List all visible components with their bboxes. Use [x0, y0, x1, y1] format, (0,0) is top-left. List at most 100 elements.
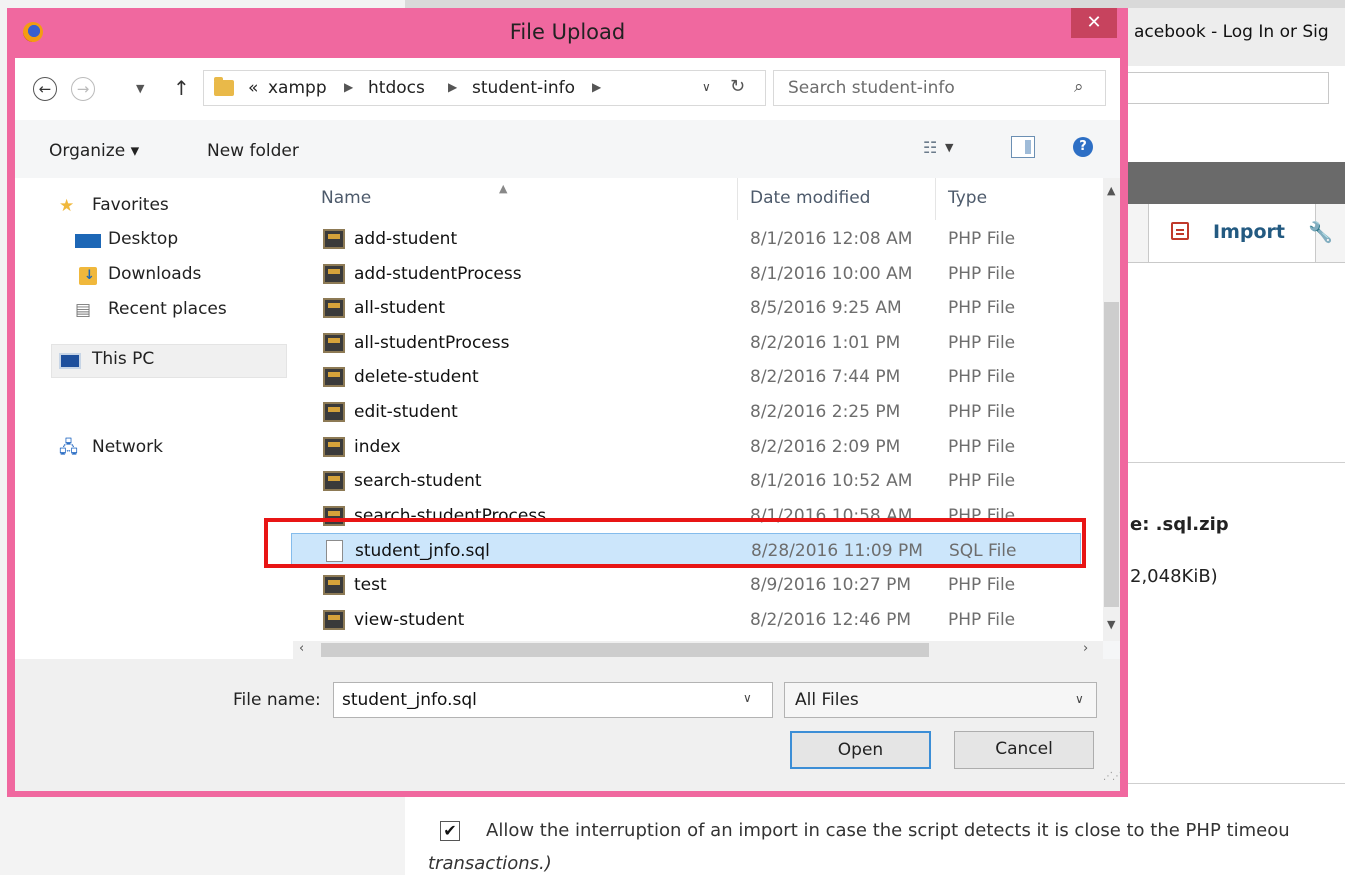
- dialog-titlebar[interactable]: File Upload ✕: [7, 8, 1128, 58]
- navigation-row: ← → ▼ ↑ « xampp ▶ htdocs ▶ student-info …: [15, 58, 1120, 120]
- desktop-icon: [75, 234, 101, 248]
- refresh-icon[interactable]: ↻: [730, 76, 745, 97]
- php-file-icon: [323, 402, 345, 422]
- file-name: search-student: [354, 471, 482, 492]
- sidebar-item-label: Desktop: [108, 229, 179, 249]
- php-file-icon: [323, 263, 345, 284]
- file-date: 8/1/2016 12:08 AM: [750, 229, 913, 249]
- file-name: test: [354, 575, 387, 595]
- resize-grip[interactable]: ⋰⋰: [1103, 771, 1122, 782]
- search-icon[interactable]: ⌕: [1074, 77, 1084, 97]
- preview-pane-icon[interactable]: [1011, 136, 1035, 158]
- file-row[interactable]: index 8/2/2016 2:09 PM PHP File: [305, 430, 1090, 465]
- address-bar[interactable]: « xampp ▶ htdocs ▶ student-info ▶ ∨ ↻: [203, 70, 766, 106]
- browser-toolbar: [1128, 110, 1345, 163]
- file-name-input[interactable]: [333, 682, 773, 718]
- file-row[interactable]: add-studentProcess 8/1/2016 10:00 AM PHP…: [305, 257, 1090, 292]
- breadcrumb-xampp[interactable]: xampp: [268, 78, 327, 98]
- organize-button[interactable]: Organize ▾: [49, 141, 139, 161]
- php-file-icon: [323, 575, 345, 595]
- star-icon: ★: [59, 196, 75, 216]
- open-button[interactable]: Open: [790, 731, 931, 769]
- tab-import[interactable]: Import: [1148, 204, 1316, 262]
- file-name: edit-student: [354, 402, 458, 422]
- browser-tab-facebook[interactable]: acebook - Log In or Sig: [1128, 8, 1345, 67]
- file-type: PHP File: [948, 609, 1016, 630]
- allow-interrupt-checkbox[interactable]: ✔: [440, 821, 460, 841]
- forward-button[interactable]: →: [71, 77, 95, 101]
- back-button[interactable]: ←: [33, 77, 57, 101]
- php-file-icon: [323, 332, 345, 353]
- file-row[interactable]: view-student 8/2/2016 12:46 PM PHP File: [305, 603, 1090, 638]
- file-row[interactable]: add-student 8/1/2016 12:08 AM PHP File: [305, 222, 1090, 257]
- url-input[interactable]: [1128, 72, 1329, 104]
- new-folder-button[interactable]: New folder: [207, 141, 299, 161]
- column-divider[interactable]: [935, 178, 936, 220]
- file-name: delete-student: [354, 367, 479, 388]
- scroll-thumb[interactable]: [321, 643, 929, 657]
- file-name: view-student: [354, 609, 465, 630]
- wrench-icon[interactable]: 🔧: [1308, 220, 1333, 244]
- column-divider[interactable]: [737, 178, 738, 220]
- chevron-down-icon[interactable]: ∨: [743, 691, 752, 705]
- file-name: add-student: [354, 229, 458, 249]
- file-row[interactable]: all-studentProcess 8/2/2016 1:01 PM PHP …: [305, 326, 1090, 361]
- allow-interrupt-label: Allow the interruption of an import in c…: [486, 820, 1290, 841]
- scroll-thumb[interactable]: [1104, 302, 1119, 607]
- vertical-scrollbar[interactable]: ▲ ▼: [1103, 178, 1120, 641]
- file-name: all-student: [354, 298, 445, 319]
- file-type: PHP File: [948, 229, 1016, 249]
- chevron-down-icon[interactable]: ▼: [945, 141, 953, 154]
- max-size-text: 2,048KiB): [1130, 566, 1218, 587]
- chevron-right-icon[interactable]: ▶: [448, 80, 457, 94]
- scroll-up-icon[interactable]: ▲: [1107, 184, 1115, 197]
- file-row[interactable]: test 8/9/2016 10:27 PM PHP File: [305, 568, 1090, 603]
- command-bar: Organize ▾ New folder ☷ ▼ ?: [15, 120, 1120, 179]
- format-text: e: .sql.zip: [1130, 514, 1229, 535]
- scroll-right-icon[interactable]: ›: [1083, 641, 1088, 656]
- file-type-value: All Files: [795, 690, 859, 710]
- browser-tab-title: acebook - Log In or Sig: [1134, 22, 1329, 42]
- browser-url-bar[interactable]: [1128, 66, 1345, 111]
- folder-icon: [214, 77, 234, 96]
- sidebar-item-label: This PC: [92, 349, 155, 369]
- chevron-right-icon[interactable]: ▶: [592, 80, 601, 94]
- view-options-icon[interactable]: ☷: [923, 138, 937, 157]
- divider: [1128, 462, 1345, 463]
- close-button[interactable]: ✕: [1071, 8, 1117, 38]
- up-button[interactable]: ↑: [173, 76, 190, 100]
- file-date: 8/2/2016 12:46 PM: [750, 609, 912, 630]
- scroll-left-icon[interactable]: ‹: [299, 641, 304, 656]
- sidebar-hover-highlight: [51, 344, 287, 378]
- file-type: PHP File: [948, 575, 1016, 595]
- cancel-button[interactable]: Cancel: [954, 731, 1094, 769]
- file-row[interactable]: all-student 8/5/2016 9:25 AM PHP File: [305, 291, 1090, 326]
- chevron-down-icon[interactable]: ∨: [702, 80, 711, 94]
- file-row[interactable]: delete-student 8/2/2016 7:44 PM PHP File: [305, 360, 1090, 395]
- php-file-icon: [323, 436, 345, 457]
- sidebar-item-label: Downloads: [108, 264, 202, 284]
- dialog-client: ← → ▼ ↑ « xampp ▶ htdocs ▶ student-info …: [15, 58, 1122, 791]
- search-box[interactable]: Search student-info ⌕: [773, 70, 1106, 106]
- downloads-icon: [79, 267, 97, 285]
- search-input[interactable]: Search student-info: [788, 78, 955, 98]
- scroll-down-icon[interactable]: ▼: [1107, 618, 1115, 631]
- help-icon[interactable]: ?: [1073, 137, 1093, 157]
- dialog-title: File Upload: [509, 20, 626, 44]
- breadcrumb-student-info[interactable]: student-info: [472, 78, 575, 98]
- chevron-down-icon[interactable]: ∨: [1075, 692, 1084, 706]
- horizontal-scrollbar[interactable]: ‹ ›: [293, 641, 1103, 659]
- chevron-right-icon[interactable]: ▶: [344, 80, 353, 94]
- file-date: 8/2/2016 7:44 PM: [750, 367, 901, 388]
- file-type-select[interactable]: All Files ∨: [784, 682, 1097, 718]
- breadcrumb-htdocs[interactable]: htdocs: [368, 78, 425, 98]
- recent-locations-dropdown[interactable]: ▼: [136, 82, 144, 95]
- navigation-pane: ★ Favorites Desktop Downloads ▤ Recent p…: [15, 178, 305, 659]
- file-upload-dialog: File Upload ✕ ← → ▼ ↑ « xampp ▶ htdocs ▶…: [7, 8, 1128, 797]
- file-row[interactable]: search-student 8/1/2016 10:52 AM PHP Fil…: [305, 464, 1090, 499]
- breadcrumb-overflow[interactable]: «: [248, 78, 258, 98]
- file-row[interactable]: edit-student 8/2/2016 2:25 PM PHP File: [305, 395, 1090, 430]
- sidebar-item-label: Network: [92, 437, 163, 457]
- file-type: PHP File: [948, 436, 1016, 457]
- file-date: 8/2/2016 2:25 PM: [750, 402, 901, 422]
